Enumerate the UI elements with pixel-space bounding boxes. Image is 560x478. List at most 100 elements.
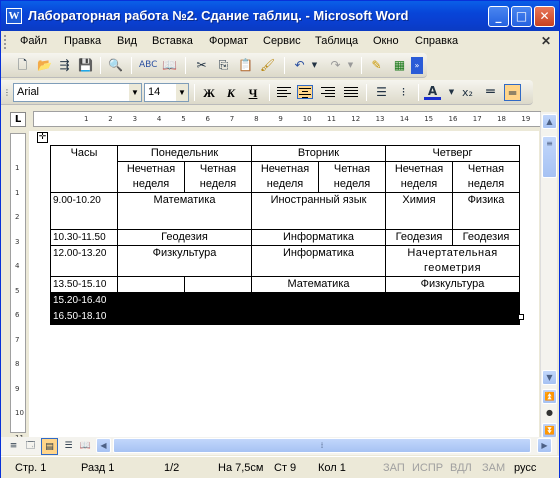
time-cell[interactable]: 16.50-18.10 <box>50 308 118 325</box>
outline-view-icon[interactable]: ☰ <box>60 438 77 455</box>
toolbar-grip-icon[interactable]: ⋮ <box>3 84 11 101</box>
tab-selector[interactable]: L <box>10 112 26 127</box>
time-cell[interactable]: 13.50-15.10 <box>50 276 118 293</box>
table-cell[interactable] <box>117 276 185 293</box>
scroll-right-icon[interactable]: ▶ <box>537 438 552 453</box>
week-odd[interactable]: Нечетная неделя <box>385 161 453 193</box>
status-position[interactable]: На 7,5см <box>218 462 263 474</box>
font-color-icon[interactable]: A <box>424 84 441 100</box>
maximize-button[interactable]: □ <box>511 6 532 27</box>
toolbar-options-icon[interactable]: » <box>411 57 423 74</box>
table-cell[interactable] <box>184 292 252 309</box>
vertical-scrollbar[interactable]: ▲ ≡ ▼ ⏫ ● ⏬ <box>540 112 557 438</box>
cut-icon[interactable]: ✂ <box>193 57 210 74</box>
menubar-grip[interactable] <box>4 35 7 49</box>
menu-file[interactable]: Файл <box>20 35 47 47</box>
web-view-icon[interactable]: 🗔 <box>22 438 39 455</box>
font-size-combo[interactable]: 14 ▼ <box>144 83 189 102</box>
bold-button[interactable]: Ж <box>199 84 219 102</box>
scroll-left-icon[interactable]: ◀ <box>96 438 111 453</box>
menu-tools[interactable]: Сервис <box>263 35 301 47</box>
week-odd[interactable]: Нечетная неделя <box>117 161 185 193</box>
new-document-icon[interactable]: 🗋 <box>14 57 31 74</box>
undo-dropdown-icon[interactable]: ▼ <box>306 57 323 74</box>
redo-dropdown-icon[interactable]: ▼ <box>342 57 359 74</box>
print-layout-view-icon[interactable]: ▤ <box>41 438 58 455</box>
scroll-thumb[interactable]: ≡ <box>542 136 557 178</box>
print-preview-icon[interactable]: 🔍 <box>107 57 124 74</box>
status-section[interactable]: Разд 1 <box>81 462 114 474</box>
time-cell[interactable]: 10.30-11.50 <box>50 229 118 246</box>
table-cell[interactable] <box>452 308 520 325</box>
minimize-button[interactable]: _ <box>488 6 509 27</box>
table-cell[interactable] <box>117 292 185 309</box>
browse-object-icon[interactable]: ● <box>542 406 557 421</box>
status-extend[interactable]: ВДЛ <box>450 462 472 474</box>
time-cell[interactable]: 12.00-13.20 <box>50 245 118 277</box>
table-cell[interactable] <box>184 276 252 293</box>
next-page-icon[interactable]: ⏬ <box>542 423 557 438</box>
spelling-icon[interactable]: ABC <box>139 57 157 74</box>
previous-page-icon[interactable]: ⏫ <box>542 389 557 404</box>
day-thursday[interactable]: Четверг <box>385 145 520 162</box>
table-cell[interactable] <box>385 308 453 325</box>
scroll-down-icon[interactable]: ▼ <box>542 370 557 385</box>
chevron-down-icon[interactable]: ▼ <box>129 84 141 101</box>
horizontal-scrollbar[interactable]: ≡ 🗔 ▤ ☰ 📖 ◀ ⁞ ▶ <box>1 437 557 455</box>
table-cell[interactable] <box>452 292 520 309</box>
table-cell[interactable]: Геодезия <box>117 229 252 246</box>
align-center-icon[interactable] <box>297 85 313 99</box>
align-right-icon[interactable] <box>320 85 336 99</box>
status-pages[interactable]: 1/2 <box>164 462 179 474</box>
tables-borders-icon[interactable]: ▦ <box>391 57 408 74</box>
status-overtype[interactable]: ЗАМ <box>482 462 505 474</box>
header-hours[interactable]: Часы <box>50 145 118 193</box>
table-cell[interactable]: Начертательная геометрия <box>385 245 520 277</box>
table-cell[interactable]: Химия <box>385 192 453 230</box>
research-icon[interactable]: 📖 <box>161 57 178 74</box>
paste-icon[interactable]: 📋 <box>237 57 254 74</box>
subscript-icon[interactable]: x₂ <box>459 84 476 101</box>
time-cell[interactable]: 15.20-16.40 <box>50 292 118 309</box>
permission-icon[interactable]: ⇶ <box>56 57 73 74</box>
underline-button[interactable]: Ч <box>243 84 263 102</box>
menu-edit[interactable]: Правка <box>64 35 101 47</box>
numbering-icon[interactable]: ☰ <box>373 84 390 101</box>
table-cell[interactable] <box>318 292 386 309</box>
menu-view[interactable]: Вид <box>117 35 137 47</box>
table-cell[interactable] <box>318 308 386 325</box>
horizontal-ruler[interactable]: 1 2 3 4 5 6 7 8 9 10 11 12 13 14 15 16 17 18 19 <box>33 111 541 127</box>
day-tuesday[interactable]: Вторник <box>251 145 386 162</box>
status-language[interactable]: русс <box>514 462 536 474</box>
table-resize-handle[interactable] <box>518 314 524 320</box>
copy-icon[interactable]: ⎘ <box>215 57 232 74</box>
table-cell[interactable]: Геодезия <box>385 229 453 246</box>
italic-button[interactable]: К <box>221 84 241 102</box>
normal-view-icon[interactable]: ≡ <box>5 438 22 455</box>
table-cell[interactable]: Математика <box>117 192 252 230</box>
reading-view-icon[interactable]: 📖 <box>77 438 94 455</box>
document-area[interactable]: ✛ Часы Понедельник Вторник Четверг Нечет… <box>29 131 539 437</box>
table-cell[interactable]: Информатика <box>251 245 386 277</box>
font-color-dropdown-icon[interactable]: ▼ <box>443 84 460 101</box>
title-bar[interactable]: W Лабораторная работа №2. Сдание таблиц.… <box>1 1 559 31</box>
week-even[interactable]: Четная неделя <box>184 161 252 193</box>
horizontal-scroll-thumb[interactable]: ⁞ <box>113 438 531 453</box>
table-cell[interactable]: Физкультура <box>117 245 252 277</box>
table-cell[interactable] <box>184 308 252 325</box>
table-move-handle-icon[interactable]: ✛ <box>37 132 48 143</box>
table-cell[interactable]: Физика <box>452 192 520 230</box>
open-folder-icon[interactable]: 📂 <box>36 57 53 74</box>
chevron-down-icon[interactable]: ▼ <box>176 84 188 101</box>
table-cell[interactable] <box>117 308 185 325</box>
strikethrough-icon[interactable]: ═ <box>482 84 499 101</box>
close-button[interactable]: ✕ <box>534 6 555 27</box>
table-cell[interactable] <box>251 308 319 325</box>
scroll-up-icon[interactable]: ▲ <box>542 114 557 129</box>
close-document-icon[interactable]: ✕ <box>541 34 551 48</box>
table-cell[interactable]: Геодезия <box>452 229 520 246</box>
save-icon[interactable]: 💾 <box>77 57 94 74</box>
menu-table[interactable]: Таблица <box>315 35 358 47</box>
table-cell[interactable] <box>251 292 319 309</box>
week-odd[interactable]: Нечетная неделя <box>251 161 319 193</box>
